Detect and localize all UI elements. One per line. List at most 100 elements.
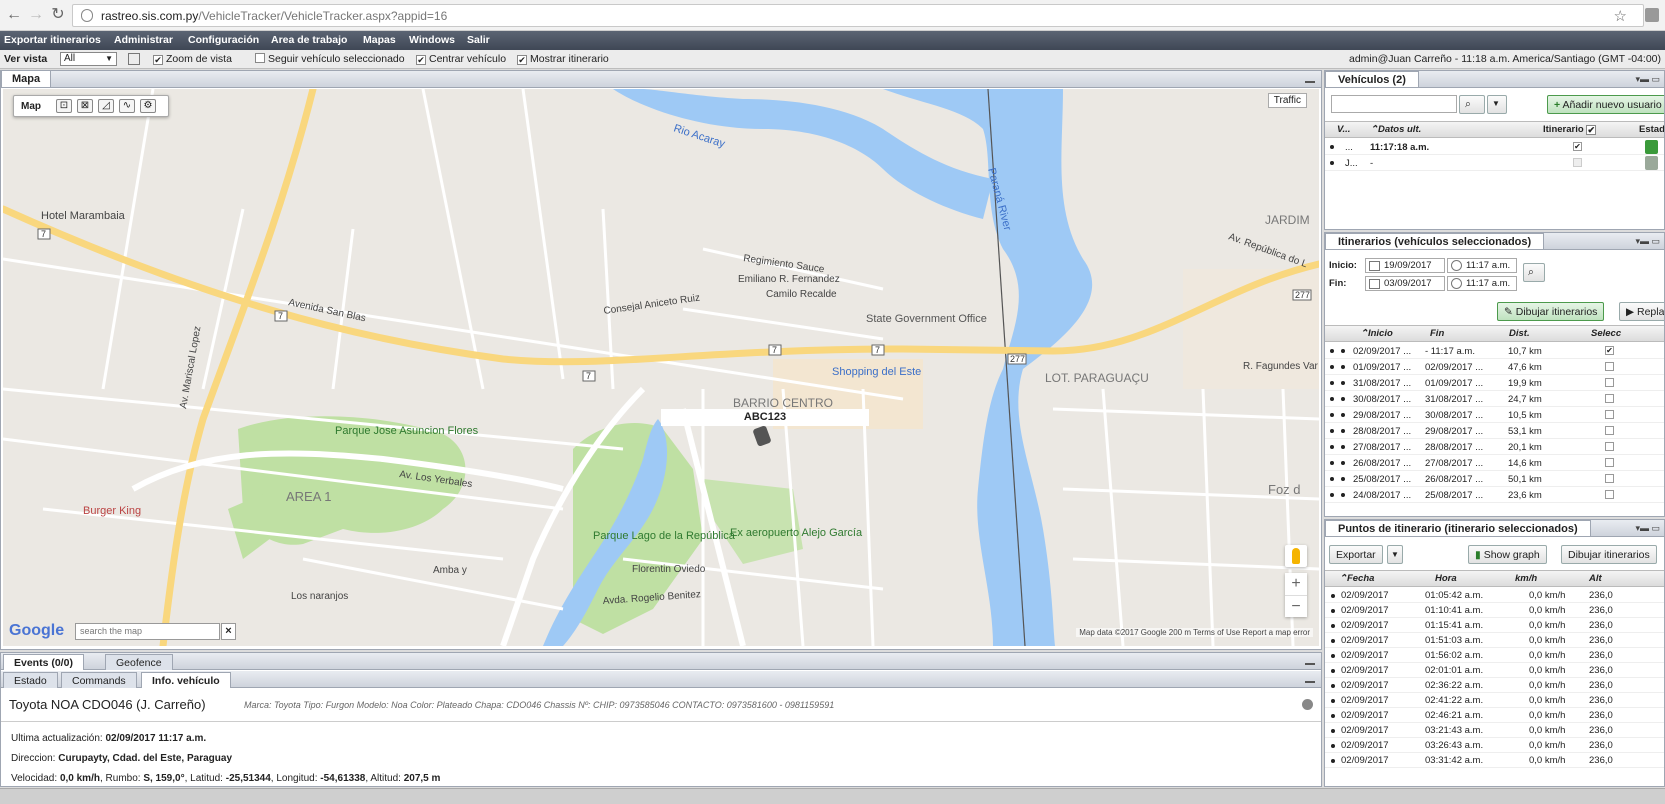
add-user-button[interactable]: + Añadir nuevo usuario (1547, 95, 1664, 114)
select-checkbox[interactable] (1605, 458, 1614, 467)
zoom-out-button[interactable]: − (1285, 595, 1307, 617)
menu-salir[interactable]: Salir (467, 34, 490, 46)
table-row[interactable]: 25/08/2017 ... 26/08/2017 ... 50,1 km (1325, 471, 1664, 487)
col-datos-ult[interactable]: ⌃Datos ult. (1370, 124, 1421, 135)
seguir-vehiculo-toggle[interactable]: Seguir vehículo seleccionado (255, 53, 405, 65)
minimize-icon[interactable] (1305, 674, 1315, 683)
col-kmh[interactable]: km/h (1515, 573, 1537, 584)
table-row[interactable]: 28/08/2017 ... 29/08/2017 ... 53,1 km (1325, 423, 1664, 439)
reload-icon[interactable]: ↻ (48, 5, 68, 25)
chevron-down-icon[interactable]: ▼ (1487, 95, 1507, 114)
select-checkbox[interactable] (1605, 474, 1614, 483)
puntos-title[interactable]: Puntos de itinerario (itinerario selecci… (1325, 520, 1591, 536)
table-row[interactable]: 02/09/2017 02:36:22 a.m. 0,0 km/h 236,0 (1325, 678, 1664, 693)
col-estado[interactable]: Estad (1639, 124, 1664, 135)
col-fecha[interactable]: ⌃Fecha (1339, 573, 1374, 584)
map-canvas[interactable]: Hotel Marambaia State Government Office … (3, 89, 1319, 646)
status-icon[interactable] (1645, 140, 1658, 154)
vehicles-title[interactable]: Vehículos (2) (1325, 71, 1419, 87)
menu-configuracion[interactable]: Configuración (188, 34, 259, 46)
table-row[interactable]: 02/09/2017 01:56:02 a.m. 0,0 km/h 236,0 (1325, 648, 1664, 663)
table-row[interactable]: 02/09/2017 ... - 11:17 a.m. 10,7 km ✔ (1325, 343, 1664, 359)
menu-administrar[interactable]: Administrar (114, 34, 173, 46)
col-hora[interactable]: Hora (1435, 573, 1457, 584)
select-checkbox[interactable] (1605, 426, 1614, 435)
search-icon[interactable]: ⌕ (1459, 95, 1485, 114)
search-icon[interactable]: ⌕ (1523, 263, 1545, 282)
itinerary-checkbox[interactable] (1573, 158, 1582, 167)
map-attribution[interactable]: Map data ©2017 Google 200 m Terms of Use… (1076, 628, 1313, 637)
back-arrow-icon[interactable]: ← (4, 5, 24, 25)
select-checkbox[interactable] (1605, 362, 1614, 371)
table-row[interactable]: 02/09/2017 02:01:01 a.m. 0,0 km/h 236,0 (1325, 663, 1664, 678)
select-checkbox[interactable] (1605, 378, 1614, 387)
table-row[interactable]: 30/08/2017 ... 31/08/2017 ... 24,7 km (1325, 391, 1664, 407)
measure-icon[interactable]: ∿ (119, 99, 135, 113)
extension-icon[interactable] (1645, 8, 1659, 22)
itinerary-checkbox[interactable]: ✔ (1573, 142, 1582, 151)
table-row[interactable]: 02/09/2017 01:51:03 a.m. 0,0 km/h 236,0 (1325, 633, 1664, 648)
bookmark-star-icon[interactable]: ☆ (1614, 7, 1627, 25)
checkbox-unchecked[interactable] (255, 53, 265, 63)
col-selecc[interactable]: Selecc (1591, 328, 1621, 339)
table-row[interactable]: 02/09/2017 01:15:41 a.m. 0,0 km/h 236,0 (1325, 618, 1664, 633)
table-row[interactable]: 26/08/2017 ... 27/08/2017 ... 14,6 km (1325, 455, 1664, 471)
map-type-label[interactable]: Map (21, 101, 41, 112)
table-row[interactable]: 02/09/2017 02:46:21 a.m. 0,0 km/h 236,0 (1325, 708, 1664, 723)
checkbox-checked[interactable]: ✔ (416, 55, 426, 65)
table-view-icon[interactable] (128, 53, 140, 65)
menu-area-de-trabajo[interactable]: Area de trabajo (271, 34, 347, 46)
refresh-icon[interactable] (1302, 699, 1313, 710)
table-row[interactable]: 02/09/2017 03:26:43 a.m. 0,0 km/h 236,0 (1325, 738, 1664, 753)
table-row[interactable]: 02/09/2017 02:41:22 a.m. 0,0 km/h 236,0 (1325, 693, 1664, 708)
select-checkbox[interactable] (1605, 490, 1614, 499)
panel-controls-icon[interactable]: ▾▬ ▭ (1635, 523, 1660, 534)
table-row[interactable]: 27/08/2017 ... 28/08/2017 ... 20,1 km (1325, 439, 1664, 455)
table-row[interactable]: 02/09/2017 01:10:41 a.m. 0,0 km/h 236,0 (1325, 603, 1664, 618)
checkbox-checked[interactable]: ✔ (1586, 125, 1597, 135)
vehicle-plate-label[interactable]: ABC123 (661, 409, 869, 426)
select-checkbox[interactable]: ✔ (1605, 346, 1614, 355)
minimize-icon[interactable] (1305, 74, 1315, 83)
zoom-area-icon[interactable]: ⊡ (56, 99, 72, 113)
status-icon[interactable] (1645, 156, 1658, 170)
tab-info-vehiculo[interactable]: Info. vehículo (141, 672, 231, 688)
checkbox-checked[interactable]: ✔ (517, 55, 527, 65)
itinerarios-title[interactable]: Itinerarios (vehículos seleccionados) (1325, 233, 1545, 249)
close-icon[interactable]: × (221, 623, 236, 640)
col-itinerario[interactable]: Itinerario ✔ (1543, 124, 1599, 135)
dibujar-itinerarios-button[interactable]: ✎ Dibujar itinerarios (1497, 302, 1605, 321)
forward-arrow-icon[interactable]: → (26, 5, 46, 25)
street-view-pegman-icon[interactable] (1285, 545, 1307, 567)
tab-commands[interactable]: Commands (61, 672, 137, 688)
route-icon[interactable]: ⚙ (140, 99, 156, 113)
panel-controls-icon[interactable]: ▾▬ ▭ (1635, 236, 1660, 247)
traffic-button[interactable]: Traffic (1267, 93, 1307, 108)
menu-exportar-itinerarios[interactable]: Exportar itinerarios (4, 34, 101, 46)
draw-polygon-icon[interactable]: ◿ (98, 99, 114, 113)
map-search-input[interactable]: search the map (75, 623, 220, 640)
select-checkbox[interactable] (1605, 394, 1614, 403)
menu-mapas[interactable]: Mapas (363, 34, 396, 46)
tab-events[interactable]: Events (0/0) (3, 654, 84, 670)
table-row[interactable]: 01/09/2017 ... 02/09/2017 ... 47,6 km (1325, 359, 1664, 375)
zoom-in-button[interactable]: + (1285, 573, 1307, 595)
col-v[interactable]: V... (1337, 124, 1350, 135)
chevron-down-icon[interactable]: ▼ (1387, 545, 1403, 564)
table-row[interactable]: 02/09/2017 01:05:42 a.m. 0,0 km/h 236,0 (1325, 588, 1664, 603)
zoom-extent-icon[interactable]: ⊠ (77, 99, 93, 113)
table-row[interactable]: ... 11:17:18 a.m. ✔ (1325, 139, 1664, 155)
mostrar-itinerario-toggle[interactable]: ✔ Mostrar itinerario (517, 53, 609, 65)
select-checkbox[interactable] (1605, 442, 1614, 451)
zoom-de-vista-toggle[interactable]: ✔ Zoom de vista (153, 53, 232, 65)
col-alt[interactable]: Alt (1589, 573, 1602, 584)
ver-vista-select[interactable]: All ▼ (60, 52, 117, 66)
tab-estado[interactable]: Estado (3, 672, 58, 688)
replay-button[interactable]: ▶ Repla (1619, 302, 1664, 321)
maximize-icon[interactable] (1305, 656, 1315, 665)
table-row[interactable]: 29/08/2017 ... 30/08/2017 ... 10,5 km (1325, 407, 1664, 423)
info-icon[interactable] (81, 9, 93, 22)
col-fin[interactable]: Fin (1430, 328, 1444, 339)
exportar-button[interactable]: Exportar (1329, 545, 1383, 564)
select-checkbox[interactable] (1605, 410, 1614, 419)
